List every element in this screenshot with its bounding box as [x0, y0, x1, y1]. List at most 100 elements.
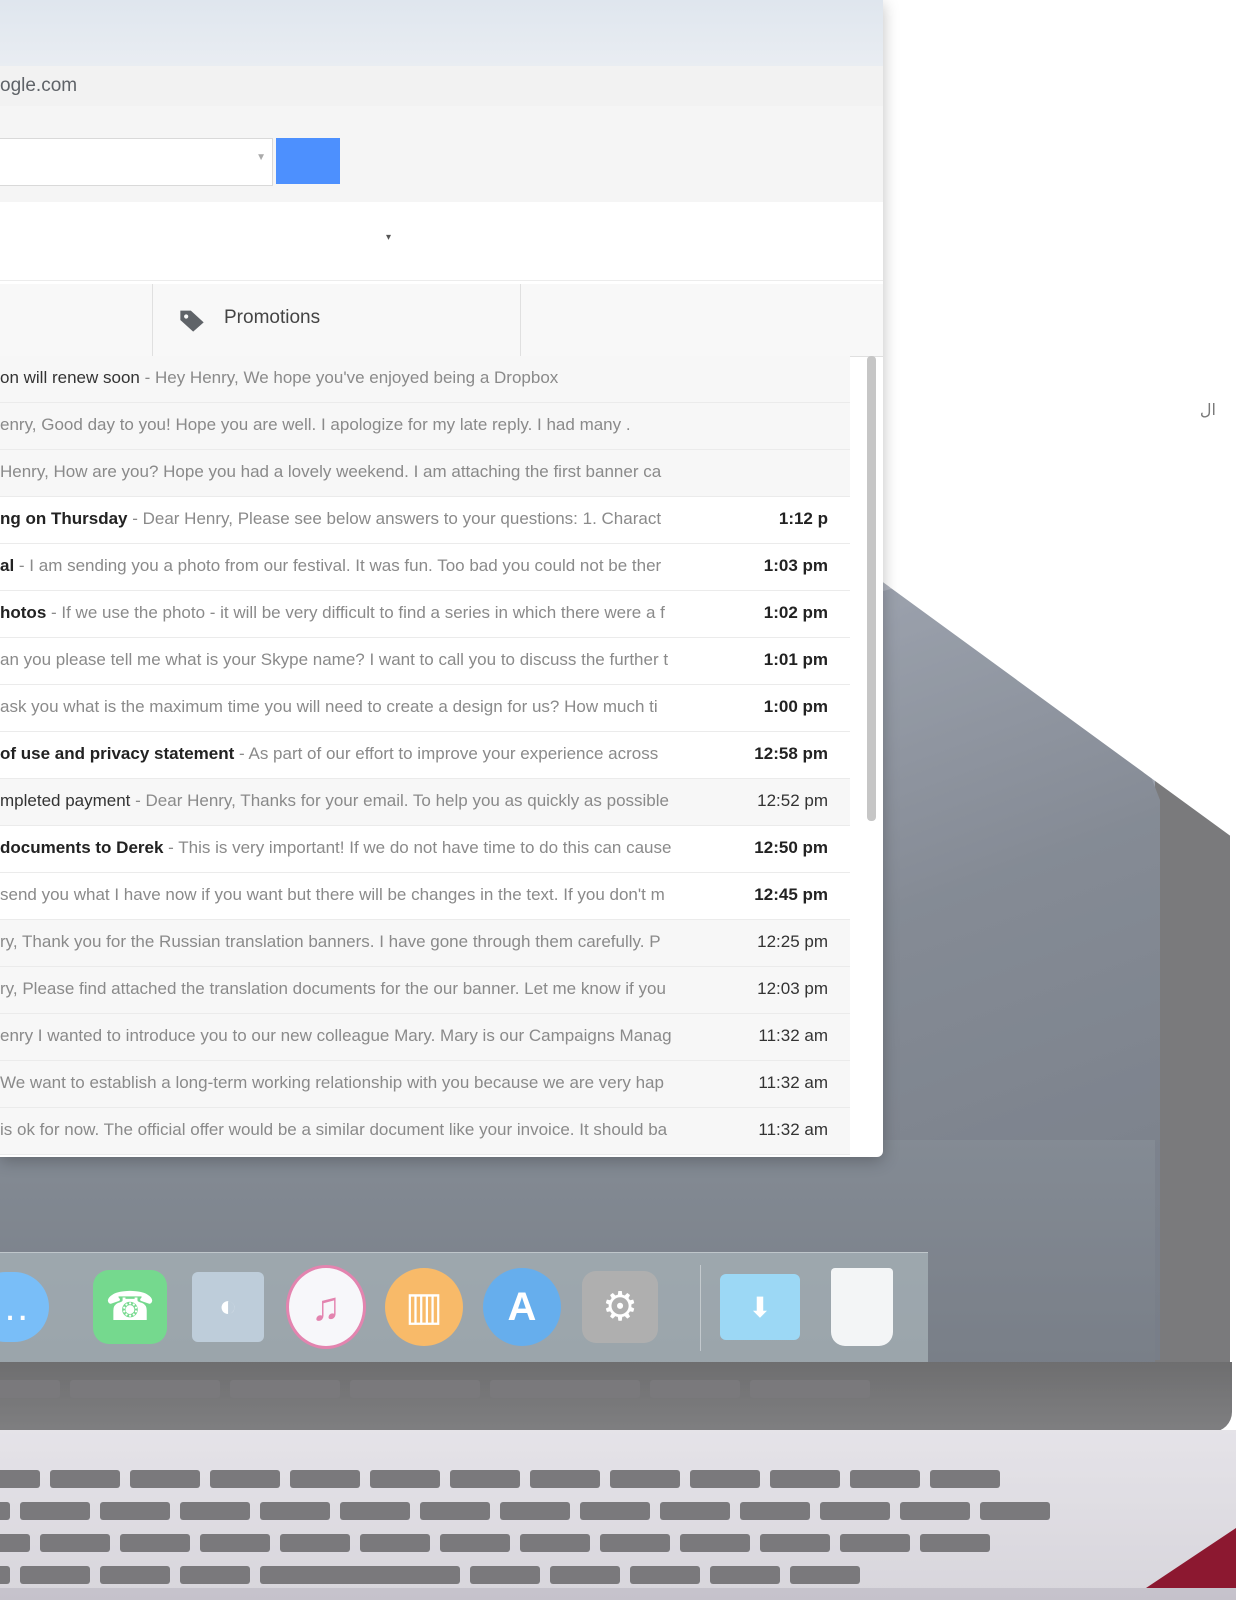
mail-row[interactable]: ask you what is the maximum time you wil… [0, 685, 850, 732]
gmail-window: ogle.com ▼ ▾ Promotions on will renew so… [0, 0, 883, 1157]
mail-row[interactable]: send you what I have now if you want but… [0, 873, 850, 920]
mail-preview: al - I am sending you a photo from our f… [0, 556, 712, 576]
tab-promotions-label: Promotions [224, 307, 321, 328]
more-dropdown-caret-icon[interactable]: ▾ [386, 232, 391, 243]
mail-preview: enry, Good day to you! Hope you are well… [0, 415, 712, 435]
mail-preview: ry, Thank you for the Russian translatio… [0, 932, 712, 952]
mail-snippet: enry, Good day to you! Hope you are well… [0, 415, 631, 434]
arabic-corner-text: ال [1199, 400, 1216, 419]
mail-subject: documents to Derek [0, 838, 164, 857]
mail-preview: We want to establish a long-term working… [0, 1073, 712, 1093]
tab-promotions[interactable]: Promotions [152, 284, 521, 356]
mail-preview: Henry, How are you? Hope you had a lovel… [0, 462, 712, 482]
mail-snippet: enry I wanted to introduce you to our ne… [0, 1026, 672, 1045]
mail-row[interactable]: Henry, How are you? Hope you had a lovel… [0, 450, 850, 497]
category-tabs: Promotions [0, 284, 883, 357]
mail-snippet: - As part of our effort to improve your … [234, 744, 659, 763]
preview-icon[interactable]: ◐ [188, 1267, 268, 1347]
dock-separator [700, 1265, 701, 1351]
mail-preview: on will renew soon - Hey Henry, We hope … [0, 368, 712, 388]
tab-primary[interactable] [0, 284, 153, 356]
mail-subject: al [0, 556, 15, 575]
mail-preview: ng on Thursday - Dear Henry, Please see … [0, 509, 712, 529]
ibooks-icon[interactable]: ▥ [384, 1267, 464, 1347]
laptop-hinge [0, 1362, 1232, 1432]
mail-list: on will renew soon - Hey Henry, We hope … [0, 356, 850, 1155]
mail-snippet: ry, Please find attached the translation… [0, 979, 666, 998]
mail-toolbar: ▾ [0, 202, 883, 281]
mail-row[interactable]: documents to Derek - This is very import… [0, 826, 850, 873]
mail-preview: ask you what is the maximum time you wil… [0, 697, 712, 717]
mail-time: 12:50 pm [754, 838, 828, 857]
mail-snippet: an you please tell me what is your Skype… [0, 650, 669, 669]
mail-subject: ng on Thursday [0, 509, 128, 528]
facetime-icon[interactable]: ☎ [90, 1267, 170, 1347]
mail-snippet: ry, Thank you for the Russian translatio… [0, 932, 661, 951]
trash-icon[interactable] [822, 1267, 902, 1347]
mail-preview: ry, Please find attached the translation… [0, 979, 712, 999]
mail-snippet: is ok for now. The official offer would … [0, 1120, 668, 1139]
mail-list-scrollbar[interactable] [867, 356, 876, 821]
mail-preview: enry I wanted to introduce you to our ne… [0, 1026, 712, 1046]
mail-subject: mpleted payment [0, 791, 131, 810]
mail-time: 12:58 pm [754, 744, 828, 763]
mail-row[interactable]: of use and privacy statement - As part o… [0, 732, 850, 779]
address-url[interactable]: ogle.com [0, 75, 77, 97]
mail-preview: of use and privacy statement - As part o… [0, 744, 712, 764]
mail-row[interactable]: enry I wanted to introduce you to our ne… [0, 1014, 850, 1061]
mail-row[interactable]: hotos - If we use the photo - it will be… [0, 591, 850, 638]
mail-snippet: - Dear Henry, Please see below answers t… [127, 509, 662, 528]
mail-snippet: send you what I have now if you want but… [0, 885, 665, 904]
downloads-folder-icon[interactable]: ⬇ [720, 1267, 800, 1347]
mail-time: 11:32 am [758, 1026, 828, 1045]
itunes-icon[interactable]: ♫ [286, 1265, 366, 1349]
mail-row[interactable]: enry, Good day to you! Hope you are well… [0, 403, 850, 450]
mail-subject: on will renew soon [0, 368, 140, 387]
mail-row[interactable]: ry, Thank you for the Russian translatio… [0, 920, 850, 967]
mail-time: 11:32 am [758, 1073, 828, 1092]
address-bar[interactable]: ogle.com [0, 66, 883, 107]
dock: … ☎ ◐ ♫ ▥ A ⚙ ⬇ [0, 1252, 928, 1363]
mail-snippet: Henry, How are you? Hope you had a lovel… [0, 462, 662, 481]
mail-time: 12:45 pm [754, 885, 828, 904]
mail-row[interactable]: on will renew soon - Hey Henry, We hope … [0, 356, 850, 403]
mail-snippet: - Dear Henry, Thanks for your email. To … [130, 791, 669, 810]
gmail-header: ▼ [0, 106, 883, 203]
mail-subject: hotos [0, 603, 47, 622]
system-preferences-icon[interactable]: ⚙ [580, 1267, 660, 1347]
mail-time: 12:52 pm [757, 791, 828, 810]
mail-snippet: - Hey Henry, We hope you've enjoyed bein… [139, 368, 559, 387]
mail-preview: an you please tell me what is your Skype… [0, 650, 712, 670]
keyboard-row [0, 1502, 1050, 1520]
keyboard-row [0, 1470, 1000, 1488]
mail-row[interactable]: ng on Thursday - Dear Henry, Please see … [0, 497, 850, 544]
keyboard-top-row [0, 1380, 870, 1398]
mail-time: 11:32 am [758, 1120, 828, 1139]
mail-subject: of use and privacy statement [0, 744, 235, 763]
messages-icon[interactable]: … [0, 1267, 50, 1347]
mail-row[interactable]: al - I am sending you a photo from our f… [0, 544, 850, 591]
search-options-caret-icon[interactable]: ▼ [256, 152, 266, 163]
mail-snippet: - I am sending you a photo from our fest… [14, 556, 662, 575]
mail-time: 1:03 pm [763, 556, 828, 575]
keyboard-row [0, 1566, 860, 1584]
browser-titlebar [0, 0, 883, 66]
mail-snippet: ask you what is the maximum time you wil… [0, 697, 658, 716]
search-input[interactable]: ▼ [0, 138, 273, 186]
app-store-icon[interactable]: A [482, 1267, 562, 1347]
mail-time: 12:25 pm [757, 932, 828, 951]
mail-preview: mpleted payment - Dear Henry, Thanks for… [0, 791, 712, 811]
mail-time: 1:02 pm [763, 603, 828, 622]
keyboard-row [0, 1534, 990, 1552]
mail-preview: send you what I have now if you want but… [0, 885, 712, 905]
mail-row[interactable]: ry, Please find attached the translation… [0, 967, 850, 1014]
mail-row[interactable]: We want to establish a long-term working… [0, 1061, 850, 1108]
search-button[interactable] [276, 138, 340, 184]
mail-preview: documents to Derek - This is very import… [0, 838, 712, 858]
mail-snippet: - This is very important! If we do not h… [163, 838, 672, 857]
tag-icon [180, 310, 204, 332]
mail-row[interactable]: mpleted payment - Dear Henry, Thanks for… [0, 779, 850, 826]
mail-row[interactable]: an you please tell me what is your Skype… [0, 638, 850, 685]
laptop-keyboard [0, 1430, 1236, 1600]
mail-row[interactable]: is ok for now. The official offer would … [0, 1108, 850, 1155]
